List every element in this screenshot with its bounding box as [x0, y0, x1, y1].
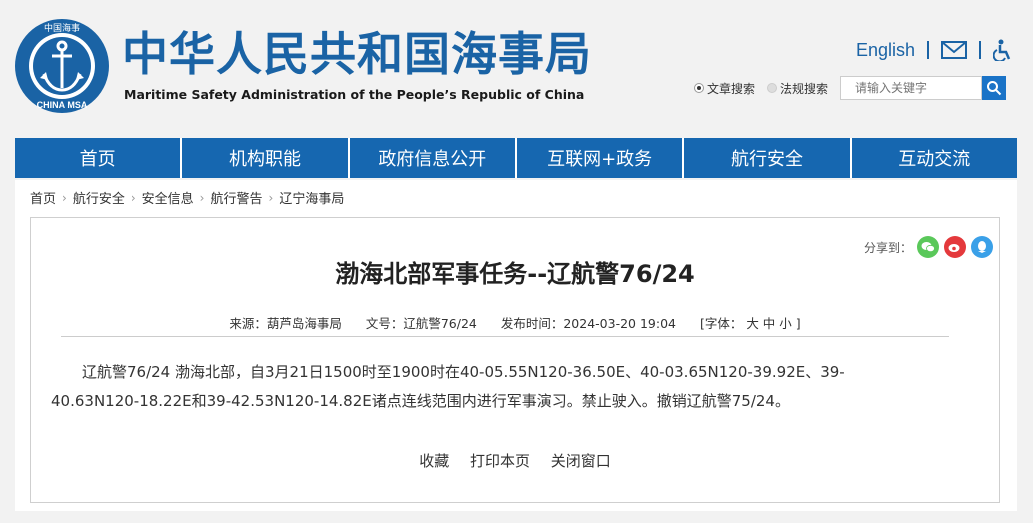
content-panel: 分享到： 渤海北部军事任务--辽航警76/24 来源：葫芦岛海事局 文号：辽航警…	[15, 209, 1017, 511]
close-window-link[interactable]: 关闭窗口	[551, 452, 611, 470]
radio-label: 法规搜索	[780, 81, 829, 96]
breadcrumb-item[interactable]: 航行安全	[73, 188, 125, 207]
search-bar: 文章搜索 法规搜索	[694, 76, 1007, 100]
nav-functions[interactable]: 机构职能	[182, 138, 350, 178]
article-actions: 收藏 打印本页 关闭窗口	[31, 450, 999, 471]
breadcrumb-item[interactable]: 首页	[30, 188, 56, 207]
msa-logo: 中国海事 CHINA MSA	[15, 19, 109, 113]
breadcrumb-item[interactable]: 辽宁海事局	[279, 188, 344, 207]
svg-text:中国海事: 中国海事	[44, 22, 80, 34]
chevron-right-icon: ›	[130, 190, 136, 205]
nav-gov-info[interactable]: 政府信息公开	[349, 138, 517, 178]
site-title: 中华人民共和国海事局	[122, 27, 592, 81]
search-button[interactable]	[982, 76, 1007, 100]
english-link[interactable]: English	[856, 40, 915, 61]
nav-home[interactable]: 首页	[15, 138, 183, 178]
divider	[61, 336, 949, 337]
print-link[interactable]: 打印本页	[470, 452, 530, 470]
nav-internet-gov[interactable]: 互联网+政务	[516, 138, 685, 178]
mail-icon[interactable]	[941, 41, 967, 59]
divider	[979, 41, 981, 59]
main-nav: 首页 机构职能 政府信息公开 互联网+政务 航行安全 互动交流	[15, 138, 1017, 178]
favorite-link[interactable]: 收藏	[419, 452, 449, 470]
radio-dot	[767, 83, 778, 93]
radio-label: 文章搜索	[707, 81, 756, 96]
accessibility-icon[interactable]	[993, 39, 1013, 61]
svg-text:CHINA MSA: CHINA MSA	[37, 100, 88, 110]
article-source: 来源：葫芦岛海事局	[229, 316, 342, 331]
radio-article-search[interactable]: 文章搜索	[694, 80, 755, 97]
article-body: 辽航警76/24 渤海北部，自3月21日1500时至1900时在40-05.55…	[51, 363, 845, 410]
top-links: English	[856, 38, 1013, 62]
article-doc-no: 文号：辽航警76/24	[365, 316, 477, 331]
site-subtitle: Maritime Safety Administration of the Pe…	[124, 87, 585, 102]
article-meta: 来源：葫芦岛海事局 文号：辽航警76/24 发布时间：2024-03-20 19…	[31, 313, 999, 332]
chevron-right-icon: ›	[268, 190, 274, 205]
article-box: 分享到： 渤海北部军事任务--辽航警76/24 来源：葫芦岛海事局 文号：辽航警…	[30, 217, 1000, 503]
search-input[interactable]	[840, 76, 983, 100]
divider	[927, 41, 929, 59]
search-icon	[987, 81, 1002, 96]
article-publish-time: 发布时间：2024-03-20 19:04	[500, 316, 676, 331]
share-label: 分享到：	[863, 240, 912, 255]
header: 中国海事 CHINA MSA 中华人民共和国海事局 Maritime Safet…	[0, 0, 1033, 137]
nav-interaction[interactable]: 互动交流	[851, 138, 1017, 178]
radio-law-search[interactable]: 法规搜索	[767, 80, 828, 97]
breadcrumb-item[interactable]: 航行警告	[210, 188, 262, 207]
chevron-right-icon: ›	[199, 190, 205, 205]
font-size-switch[interactable]: [字体： 大 中 小 ]	[700, 316, 801, 331]
chevron-right-icon: ›	[62, 190, 67, 205]
article-title: 渤海北部军事任务--辽航警76/24	[335, 260, 695, 288]
nav-navigation-safety[interactable]: 航行安全	[684, 138, 852, 178]
radio-dot	[694, 83, 704, 93]
breadcrumb-item[interactable]: 安全信息	[142, 188, 194, 207]
